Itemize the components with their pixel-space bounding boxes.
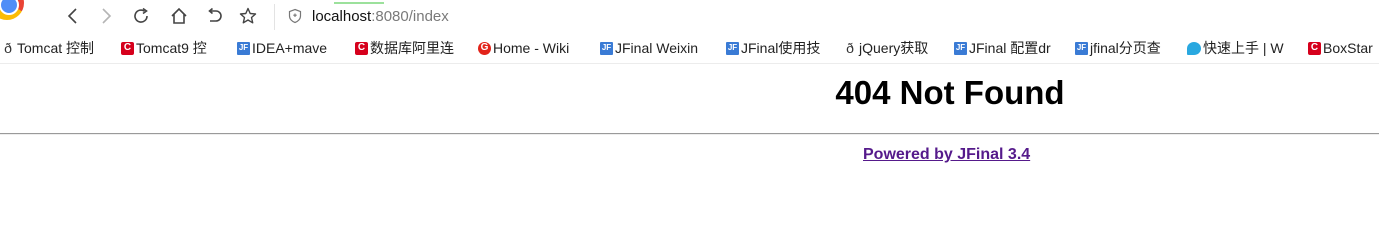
bookmark-label: Tomcat9 控	[136, 40, 207, 56]
reload-button[interactable]	[129, 4, 153, 28]
url-host: localhost	[312, 8, 372, 25]
red-c-icon: C	[121, 41, 134, 55]
bookmark-item[interactable]: C BoxStar	[1308, 33, 1373, 63]
jfinal-icon: JF	[954, 41, 967, 55]
browser-logo-icon[interactable]	[0, 0, 24, 20]
browser-toolbar: localhost:8080/index	[0, 0, 1379, 33]
bookmark-item[interactable]: G Home - Wiki	[478, 33, 569, 63]
jfinal-icon: JF	[600, 41, 613, 55]
jfinal-icon: JF	[1075, 41, 1088, 55]
undo-icon	[208, 7, 222, 22]
bookmark-item[interactable]: 快速上手 | W	[1187, 33, 1284, 63]
url-path: :8080/index	[371, 8, 449, 25]
red-g-icon: G	[478, 41, 491, 55]
bookmark-item[interactable]: JF IDEA+mave	[237, 33, 327, 63]
horizontal-rule	[0, 133, 1379, 135]
undo-close-tab-button[interactable]	[202, 4, 226, 28]
bookmark-label: 快速上手 | W	[1203, 40, 1284, 56]
bookmark-label: 数据库阿里连	[370, 40, 454, 56]
bookmark-item[interactable]: C 数据库阿里连	[355, 33, 454, 63]
bookmark-label: JFinal Weixin	[615, 40, 698, 56]
bookmark-label: JFinal使用技	[741, 40, 821, 56]
home-icon	[171, 7, 187, 24]
address-bar[interactable]: localhost:8080/index	[282, 2, 882, 30]
bookmark-label: BoxStar	[1323, 40, 1373, 56]
bookmark-label: IDEA+mave	[252, 40, 328, 56]
address-bar-accent	[334, 2, 384, 4]
forward-button[interactable]	[94, 4, 118, 28]
url-text[interactable]: localhost:8080/index	[312, 8, 449, 25]
bookmark-item[interactable]: JF jfinal分页查	[1075, 33, 1161, 63]
powered-by-link[interactable]: Powered by JFinal 3.4	[863, 146, 1030, 164]
bookmark-label: Tomcat 控制	[17, 40, 95, 56]
red-c-icon: C	[1308, 41, 1321, 55]
bird-icon	[1187, 41, 1201, 55]
bookmark-item[interactable]: ð Tomcat 控制	[1, 33, 94, 63]
bookmark-item[interactable]: ð jQuery获取	[843, 33, 928, 63]
toolbar-divider	[274, 4, 275, 30]
bookmark-item[interactable]: JF JFinal Weixin	[600, 33, 698, 63]
bookmark-star-button[interactable]	[236, 4, 260, 28]
reload-icon	[134, 7, 148, 23]
shield-icon[interactable]	[287, 8, 303, 24]
star-icon	[239, 7, 257, 24]
page-title: 404 Not Found	[835, 74, 1065, 111]
bookmark-label: jfinal分页查	[1090, 40, 1161, 56]
bookmark-label: jQuery获取	[859, 40, 929, 56]
bookmark-item[interactable]: JF JFinal 配置dr	[954, 33, 1051, 63]
home-button[interactable]	[167, 4, 191, 28]
back-button[interactable]	[61, 4, 85, 28]
swirl-icon: ð	[846, 40, 854, 56]
jfinal-icon: JF	[726, 41, 739, 55]
swirl-icon: ð	[4, 40, 12, 56]
bookmark-item[interactable]: C Tomcat9 控	[121, 33, 207, 63]
bookmark-item[interactable]: JF JFinal使用技	[726, 33, 820, 63]
bookmark-label: JFinal 配置dr	[969, 40, 1051, 56]
chevron-right-icon	[102, 8, 112, 24]
bookmark-label: Home - Wiki	[493, 40, 570, 56]
jfinal-icon: JF	[237, 41, 250, 55]
chevron-left-icon	[67, 8, 77, 24]
bookmarks-bar: ð Tomcat 控制 C Tomcat9 控 JF IDEA+mave C 数据库阿里…	[0, 33, 1379, 64]
red-c-icon: C	[355, 41, 368, 55]
